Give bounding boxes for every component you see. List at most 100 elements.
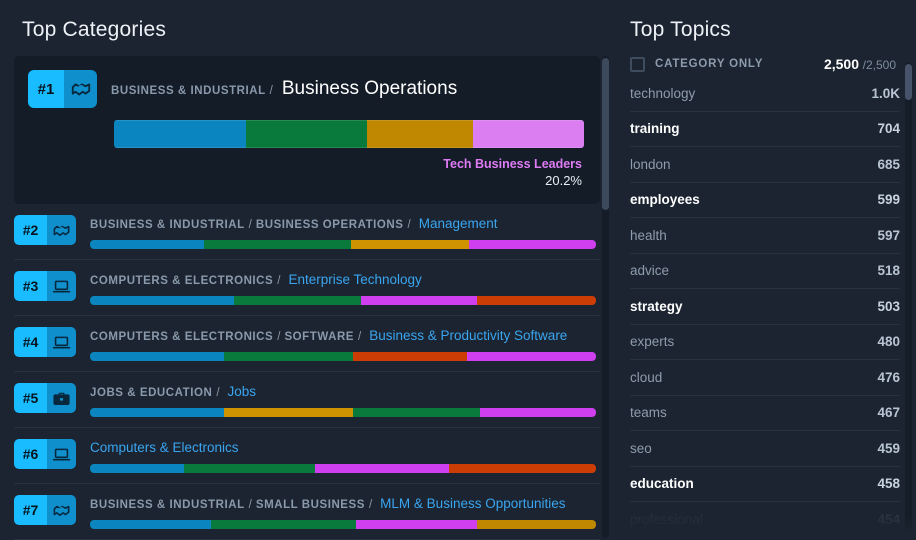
category-row[interactable]: #5 JOBS & EDUCATION / Jobs (14, 372, 600, 428)
category-row[interactable]: #3 COMPUTERS & ELECTRONICS / Enterprise Tec… (14, 260, 600, 316)
category-row[interactable]: #7 BUSINESS & INDUSTRIAL / SMALL BUSINESS / M… (14, 484, 600, 540)
category-row-body: BUSINESS & INDUSTRIAL / BUSINESS OPERATION… (90, 215, 596, 249)
featured-category-name: Business Operations (281, 77, 458, 99)
category-name-link[interactable]: MLM & Business Opportunities (380, 496, 565, 511)
bar-segment-0[interactable] (90, 520, 212, 529)
topic-row[interactable]: advice 518 (630, 254, 900, 289)
bar-segment-0[interactable] (90, 296, 235, 305)
category-name-link[interactable]: Jobs (228, 384, 257, 399)
rank-number: #6 (14, 439, 47, 469)
categories-scrollbar-track[interactable] (602, 56, 609, 538)
bar-segment-3[interactable] (477, 520, 596, 529)
breadcrumb-1: SOFTWARE (284, 331, 355, 343)
bar-segment-0[interactable] (114, 120, 246, 148)
category-row[interactable]: #4 COMPUTERS & ELECTRONICS / SOFTWARE / Busin… (14, 316, 600, 372)
topics-scrollbar-track[interactable] (905, 62, 912, 536)
category-only-toggle[interactable]: CATEGORY ONLY (630, 56, 763, 72)
topic-row[interactable]: education 458 (630, 467, 900, 502)
topic-value: 1.0K (871, 85, 900, 101)
category-row[interactable]: #6 Computers & Electronics (14, 428, 600, 484)
topic-value: 503 (877, 298, 900, 314)
bar-segment-1[interactable] (234, 296, 361, 305)
bar-segment-0[interactable] (90, 408, 225, 417)
categories-scroll-area[interactable]: #1 BUSINESS & INDUSTRIAL / Business Oper… (14, 56, 600, 540)
bar-segment-0[interactable] (90, 240, 204, 249)
bar-segment-2[interactable] (353, 408, 480, 417)
topic-name: seo (630, 440, 652, 456)
topic-row[interactable]: training 704 (630, 112, 900, 147)
bar-segment-2[interactable] (350, 240, 470, 249)
topic-row[interactable]: employees 599 (630, 183, 900, 218)
top-topics-title: Top Topics (630, 18, 731, 41)
topic-row[interactable]: seo 459 (630, 431, 900, 467)
bar-segment-3[interactable] (477, 296, 596, 305)
stacked-bar[interactable] (90, 296, 596, 305)
bar-segment-0[interactable] (90, 352, 225, 361)
rank-number: #3 (14, 271, 47, 301)
category-name-link[interactable]: Enterprise Technology (288, 272, 421, 287)
breadcrumb-separator: / (277, 275, 281, 287)
featured-category-card[interactable]: #1 BUSINESS & INDUSTRIAL / Business Oper… (14, 56, 600, 204)
bar-segment-1[interactable] (211, 520, 356, 529)
topic-row[interactable]: health 597 (630, 218, 900, 254)
bar-segment-0[interactable] (90, 464, 184, 473)
bar-segment-1[interactable] (224, 352, 354, 361)
rank-number: #4 (14, 327, 47, 357)
topic-value: 518 (877, 263, 900, 279)
stacked-bar[interactable] (90, 408, 596, 417)
topic-row[interactable]: cloud 476 (630, 360, 900, 396)
topic-row[interactable]: professional 454 (630, 502, 900, 538)
topics-scrollbar-thumb[interactable] (905, 64, 912, 100)
breadcrumb-separator: / (216, 387, 220, 399)
bar-segment-2[interactable] (355, 520, 478, 529)
bar-segment-2[interactable] (353, 352, 467, 361)
featured-bar-wrapper: Tech Business Leaders 20.2% (28, 120, 584, 188)
rank-badge: #7 (14, 495, 76, 525)
stacked-bar[interactable] (90, 520, 596, 529)
rank-badge: #3 (14, 271, 76, 301)
stacked-bar[interactable] (90, 240, 596, 249)
category-row-body: COMPUTERS & ELECTRONICS / Enterprise Techn… (90, 271, 596, 305)
bar-segment-2[interactable] (360, 296, 478, 305)
bar-segment-1[interactable] (224, 408, 354, 417)
bar-segment-1[interactable] (203, 240, 351, 249)
stacked-bar[interactable] (90, 464, 596, 473)
bar-segment-1[interactable] (245, 120, 367, 148)
bar-segment-3[interactable] (469, 240, 596, 249)
topic-value: 458 (877, 476, 900, 492)
category-row-body: Computers & Electronics (90, 439, 596, 473)
category-name-link[interactable]: Business & Productivity Software (369, 328, 567, 343)
bar-segment-3[interactable] (479, 408, 596, 417)
category-row[interactable]: #2 BUSINESS & INDUSTRIAL / BUSINESS OPERATI… (14, 204, 600, 260)
breadcrumb-separator: / (358, 331, 362, 343)
bar-segment-2[interactable] (315, 464, 450, 473)
featured-stacked-bar[interactable] (114, 120, 584, 148)
bar-segment-3[interactable] (472, 120, 584, 148)
bar-segment-3[interactable] (449, 464, 596, 473)
briefcase-icon (47, 383, 76, 413)
laptop-icon (47, 271, 76, 301)
topic-name: teams (630, 405, 667, 421)
categories-scrollbar-thumb[interactable] (602, 58, 609, 210)
topic-row[interactable]: london 685 (630, 147, 900, 183)
category-name-link[interactable]: Computers & Electronics (90, 440, 239, 455)
topic-row[interactable]: teams 467 (630, 396, 900, 431)
topic-row[interactable]: technology 1.0K (630, 76, 900, 112)
topics-list[interactable]: technology 1.0K training 704 london 685 employ… (630, 76, 900, 538)
bar-segment-2[interactable] (366, 120, 473, 148)
topic-name: professional (630, 511, 703, 527)
topic-row[interactable]: strategy 503 (630, 289, 900, 325)
breadcrumb-0: BUSINESS & INDUSTRIAL (90, 219, 245, 231)
breadcrumb-1: SMALL BUSINESS (255, 499, 365, 511)
topic-row[interactable]: experts 480 (630, 325, 900, 360)
laptop-icon (47, 327, 76, 357)
category-name-link[interactable]: Management (419, 216, 498, 231)
stacked-bar[interactable] (90, 352, 596, 361)
category-label: BUSINESS & INDUSTRIAL / SMALL BUSINESS / MLM… (90, 495, 596, 513)
category-only-checkbox[interactable] (630, 56, 645, 72)
bar-segment-1[interactable] (183, 464, 316, 473)
handshake-icon (47, 495, 76, 525)
rank-badge: #2 (14, 215, 76, 245)
top-topics-panel: Top Topics CATEGORY ONLY 2,500 /2,500 te… (612, 0, 916, 540)
bar-segment-3[interactable] (466, 352, 596, 361)
